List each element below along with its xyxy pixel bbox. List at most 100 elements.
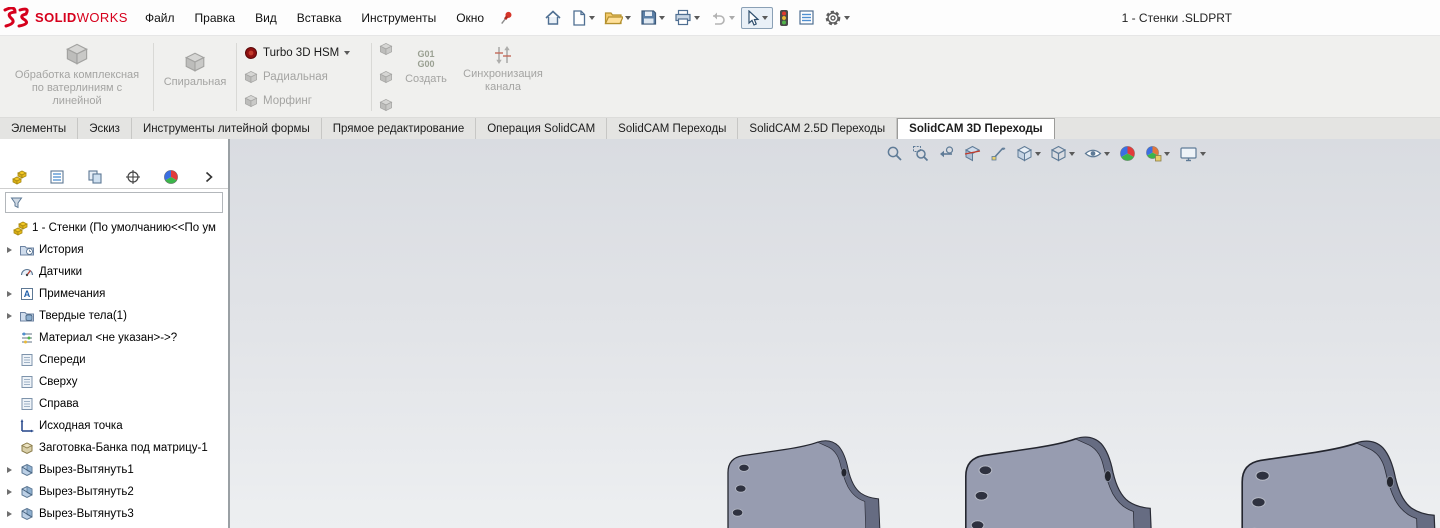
plane-icon xyxy=(19,374,35,390)
undo-button[interactable] xyxy=(706,8,738,28)
zoom-fit-button[interactable] xyxy=(885,144,904,163)
print-caret[interactable] xyxy=(694,15,701,20)
sync-channel-button[interactable]: Синхронизация канала xyxy=(455,39,551,115)
menu-edit[interactable]: Правка xyxy=(186,6,245,30)
configuration-manager-tab[interactable] xyxy=(84,167,106,187)
expand-arrow-icon[interactable] xyxy=(4,467,15,473)
save-button[interactable] xyxy=(637,7,668,28)
tree-filter[interactable] xyxy=(5,192,223,213)
menu-tools[interactable]: Инструменты xyxy=(352,6,445,30)
view-settings-button[interactable] xyxy=(1178,145,1207,163)
home-button[interactable] xyxy=(541,7,565,29)
undo-caret[interactable] xyxy=(729,15,736,20)
tree-item-front-plane[interactable]: Спереди xyxy=(0,349,228,371)
tree-item-material[interactable]: Материал <не указан>->? xyxy=(0,327,228,349)
spiral-button[interactable]: Спиральная xyxy=(157,39,233,115)
sync-channel-icon xyxy=(495,46,511,64)
turbo-3d-hsm-button[interactable]: Turbo 3D HSM xyxy=(244,41,364,65)
apply-scene-button[interactable] xyxy=(1144,144,1171,163)
annotation-views-button[interactable] xyxy=(989,144,1008,163)
dimxpert-manager-tab[interactable] xyxy=(122,167,144,187)
select-tool-button[interactable] xyxy=(741,6,774,29)
solidworks-window: SOLIDWORKS Файл Правка Вид Вставка Инстр… xyxy=(0,0,1440,528)
tab-solidcam-operations[interactable]: SolidCAM Переходы xyxy=(607,118,739,139)
link-cube-icon[interactable] xyxy=(379,42,393,56)
create-gcode-button[interactable]: G01 G00 Создать xyxy=(397,39,455,115)
property-manager-tab[interactable] xyxy=(46,167,68,187)
view-orientation-caret[interactable] xyxy=(1035,151,1041,156)
section-view-button[interactable] xyxy=(963,144,982,163)
menu-window[interactable]: Окно xyxy=(447,6,493,30)
new-document-caret[interactable] xyxy=(589,15,596,20)
waterline-machining-button[interactable]: Обработка комплексная по ватерлиниям с л… xyxy=(4,39,150,115)
graphics-viewport[interactable] xyxy=(230,139,1440,528)
edit-appearance-button[interactable] xyxy=(1118,144,1137,163)
tree-item-origin[interactable]: Исходная точка xyxy=(0,415,228,437)
command-manager-ribbon: Обработка комплексная по ватерлиниям с л… xyxy=(0,36,1440,117)
tree-item-cut-extrude-1[interactable]: Вырез-Вытянуть1 xyxy=(0,459,228,481)
tab-solidcam-3d[interactable]: SolidCAM 3D Переходы xyxy=(897,118,1055,139)
tab-sketch[interactable]: Эскиз xyxy=(78,118,132,139)
tree-item-cut-extrude-2[interactable]: Вырез-Вытянуть2 xyxy=(0,481,228,503)
tree-item-right-plane[interactable]: Справа xyxy=(0,393,228,415)
expand-arrow-icon[interactable] xyxy=(4,489,15,495)
tab-direct-editing[interactable]: Прямое редактирование xyxy=(322,118,477,139)
expand-arrow-icon[interactable] xyxy=(4,291,15,297)
display-style-caret[interactable] xyxy=(1069,151,1075,156)
tree-root-part[interactable]: 1 - Стенки (По умолчанию<<По ум xyxy=(0,217,228,239)
tab-features[interactable]: Элементы xyxy=(0,118,79,139)
tree-item-sensors[interactable]: Датчики xyxy=(0,261,228,283)
hide-show-items-button[interactable] xyxy=(1083,145,1111,162)
link-cube-icon[interactable] xyxy=(379,98,393,112)
tab-solidcam-operation[interactable]: Операция SolidCAM xyxy=(476,118,608,139)
expand-arrow-icon[interactable] xyxy=(4,313,15,319)
print-button[interactable] xyxy=(671,7,703,28)
traffic-light-button[interactable] xyxy=(776,7,792,29)
model-parts[interactable] xyxy=(230,413,1440,528)
panel-expand-arrow[interactable] xyxy=(198,167,220,187)
options-caret[interactable] xyxy=(844,15,851,20)
zoom-area-button[interactable] xyxy=(911,144,930,163)
save-caret[interactable] xyxy=(659,15,666,20)
expand-arrow-icon[interactable] xyxy=(4,247,15,253)
tree-item-history[interactable]: История xyxy=(0,239,228,261)
pin-icon[interactable] xyxy=(499,10,513,26)
apply-scene-caret[interactable] xyxy=(1164,151,1170,156)
feature-tree-tab[interactable] xyxy=(8,167,30,187)
turbo-caret[interactable] xyxy=(344,51,351,55)
view-orientation-button[interactable] xyxy=(1015,144,1042,163)
select-tool-caret[interactable] xyxy=(762,15,769,20)
expand-arrow-icon[interactable] xyxy=(4,511,15,517)
previous-view-icon xyxy=(940,146,954,158)
previous-view-button[interactable] xyxy=(937,144,956,163)
options-gear-icon xyxy=(825,10,841,25)
titlebar: SOLIDWORKS Файл Правка Вид Вставка Инстр… xyxy=(0,0,1440,36)
new-document-button[interactable] xyxy=(568,7,598,29)
task-list-button[interactable] xyxy=(795,7,818,28)
tree-item-top-plane[interactable]: Сверху xyxy=(0,371,228,393)
gcode-icon: G01 G00 xyxy=(417,49,435,69)
filter-input[interactable] xyxy=(27,194,222,211)
menu-insert[interactable]: Вставка xyxy=(288,6,351,30)
tab-mold-tools[interactable]: Инструменты литейной формы xyxy=(132,118,322,139)
tree-item-solid-bodies[interactable]: Твердые тела(1) xyxy=(0,305,228,327)
tree-item-stock[interactable]: Заготовка-Банка под матрицу-1 xyxy=(0,437,228,459)
open-caret[interactable] xyxy=(625,15,632,20)
view-settings-caret[interactable] xyxy=(1200,151,1206,156)
tree-item-cut-extrude-3[interactable]: Вырез-Вытянуть3 xyxy=(0,503,228,525)
options-button[interactable] xyxy=(821,7,853,29)
open-button[interactable] xyxy=(601,7,634,28)
tree-item-annotations[interactable]: A Примечания xyxy=(0,283,228,305)
cut-extrude-icon xyxy=(19,462,35,478)
display-manager-tab[interactable] xyxy=(160,167,182,187)
menu-view[interactable]: Вид xyxy=(246,6,286,30)
tab-solidcam-25d[interactable]: SolidCAM 2.5D Переходы xyxy=(738,118,898,139)
morph-button[interactable]: Морфинг xyxy=(244,89,364,113)
menu-file[interactable]: Файл xyxy=(136,6,184,30)
history-icon xyxy=(19,242,35,258)
radial-button[interactable]: Радиальная xyxy=(244,65,364,89)
display-style-button[interactable] xyxy=(1049,144,1076,163)
hide-show-caret[interactable] xyxy=(1104,151,1110,156)
ribbon-separator xyxy=(153,43,154,111)
link-cube-icon[interactable] xyxy=(379,70,393,84)
